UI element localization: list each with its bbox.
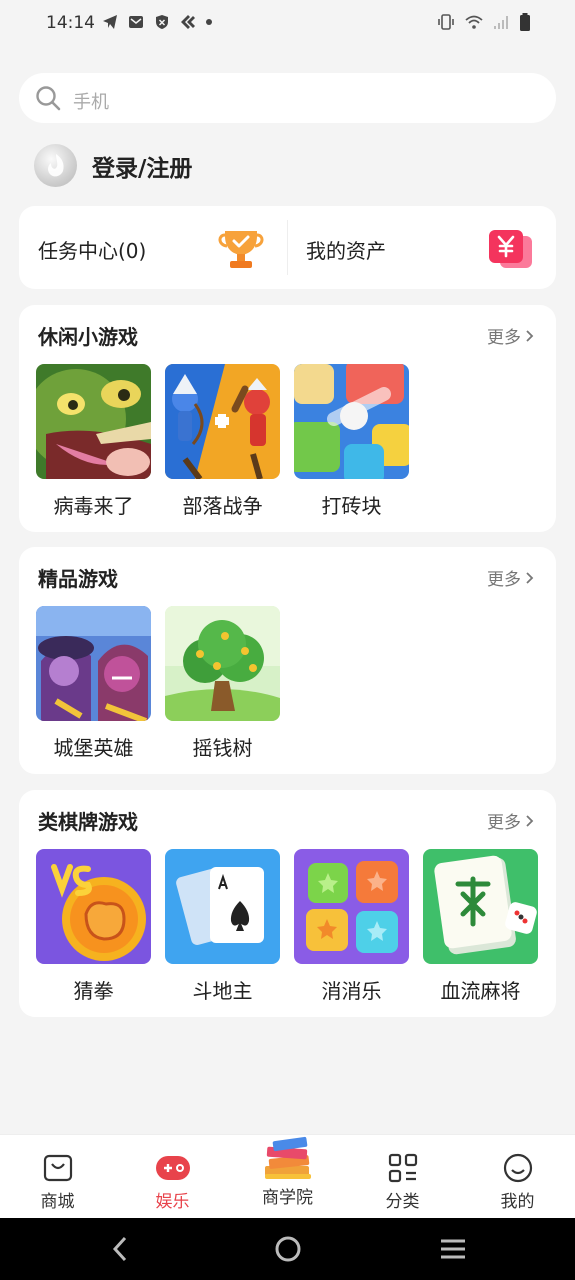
game-item[interactable]: 城堡英雄	[36, 606, 151, 761]
castle-hero-game-icon[interactable]	[36, 606, 151, 721]
match-three-game-icon[interactable]	[294, 849, 409, 964]
avatar[interactable]	[34, 144, 77, 187]
game-name: 部落战争	[182, 494, 263, 518]
tribe-war-game-icon[interactable]	[165, 364, 280, 479]
game-item[interactable]: 血流麻将	[423, 849, 538, 1004]
bottom-tab-bar: 商城 娱乐 商学院 分类 我的	[0, 1134, 575, 1218]
tab-mine[interactable]: 我的	[460, 1135, 575, 1219]
battery-icon	[520, 13, 530, 31]
game-item[interactable]: 部落战争	[165, 364, 280, 519]
my-assets-button[interactable]: 我的资产	[287, 206, 555, 289]
game-item[interactable]: 猜拳	[36, 849, 151, 1004]
search-placeholder: 手机	[73, 92, 109, 113]
game-list: 病毒来了 部落战争 打砖块	[36, 364, 409, 519]
wifi-icon	[465, 15, 483, 29]
tab-label: 商城	[40, 1192, 75, 1212]
game-name: 消消乐	[321, 979, 382, 1003]
recents-icon[interactable]	[439, 1234, 467, 1264]
brick-breaker-game-icon[interactable]	[294, 364, 409, 479]
tab-label: 我的	[500, 1192, 535, 1212]
login-register-link[interactable]: 登录/注册	[92, 149, 192, 183]
more-link[interactable]: 更多	[487, 323, 534, 348]
task-center-button[interactable]: 任务中心(0)	[19, 206, 287, 289]
tab-business-school[interactable]: 商学院	[230, 1135, 345, 1219]
system-navigation-bar	[0, 1218, 575, 1280]
task-center-label: 任务中心(0)	[38, 239, 147, 263]
home-icon[interactable]	[274, 1234, 302, 1264]
game-name: 斗地主	[192, 979, 253, 1003]
trophy-icon	[218, 231, 264, 268]
search-icon	[36, 86, 61, 111]
signal-icon	[494, 16, 508, 29]
assets-card: 任务中心(0) 我的资产	[19, 206, 556, 289]
app-notification-icon	[181, 15, 195, 29]
tab-category[interactable]: 分类	[345, 1135, 460, 1219]
game-item[interactable]: 消消乐	[294, 849, 409, 1004]
card-board-games-section: 类棋牌游戏 更多 猜拳 斗地主 消消乐 血流麻将	[19, 790, 556, 1017]
gamepad-icon	[155, 1156, 190, 1180]
login-register-row[interactable]: 登录/注册	[34, 144, 192, 187]
chevron-right-icon	[526, 571, 534, 584]
money-tree-game-icon[interactable]	[165, 606, 280, 721]
game-name: 打砖块	[321, 494, 382, 518]
game-item[interactable]: 打砖块	[294, 364, 409, 519]
mail-icon	[129, 16, 143, 28]
game-name: 城堡英雄	[53, 736, 134, 760]
premium-games-section: 精品游戏 更多 城堡英雄 摇钱树	[19, 547, 556, 774]
poker-game-icon[interactable]	[165, 849, 280, 964]
tab-label: 商学院	[262, 1188, 313, 1208]
default-avatar-flame-icon	[48, 154, 64, 177]
status-system-icons	[437, 13, 531, 31]
shopping-bag-icon	[43, 1154, 72, 1182]
game-item[interactable]: 斗地主	[165, 849, 280, 1004]
virus-game-icon[interactable]	[36, 364, 151, 479]
casual-games-section: 休闲小游戏 更多 病毒来了 部落战争 打砖块	[19, 305, 556, 532]
section-title: 类棋牌游戏	[38, 810, 138, 834]
chevron-right-icon	[526, 329, 534, 342]
chevron-right-icon	[526, 814, 534, 827]
more-link[interactable]: 更多	[487, 808, 534, 833]
status-time: 14:14	[46, 13, 95, 33]
more-notifications-dot-icon	[206, 19, 212, 25]
tab-label: 娱乐	[155, 1192, 190, 1212]
wallet-yuan-icon	[489, 230, 532, 268]
more-link[interactable]: 更多	[487, 565, 534, 590]
section-title: 休闲小游戏	[38, 325, 138, 349]
vibrate-icon	[438, 14, 454, 30]
back-icon[interactable]	[110, 1234, 130, 1264]
shield-icon	[156, 15, 168, 29]
status-notification-icons	[102, 14, 212, 30]
tab-mall[interactable]: 商城	[0, 1135, 115, 1219]
telegram-icon	[103, 15, 117, 29]
game-name: 猜拳	[73, 979, 114, 1003]
mahjong-game-icon[interactable]	[423, 849, 538, 964]
game-list: 城堡英雄 摇钱树	[36, 606, 280, 761]
more-label: 更多	[487, 570, 521, 590]
game-name: 病毒来了	[53, 494, 134, 518]
books-icon	[264, 1136, 311, 1179]
game-name: 摇钱树	[192, 736, 253, 760]
my-assets-label: 我的资产	[306, 239, 386, 263]
game-name: 血流麻将	[440, 979, 521, 1003]
game-item[interactable]: 病毒来了	[36, 364, 151, 519]
smiley-icon	[503, 1153, 532, 1183]
game-item[interactable]: 摇钱树	[165, 606, 280, 761]
search-bar[interactable]: 手机	[19, 73, 556, 123]
section-title: 精品游戏	[38, 567, 118, 591]
grid-icon	[388, 1153, 417, 1183]
more-label: 更多	[487, 813, 521, 833]
status-bar: 14:14	[0, 0, 575, 48]
game-list: 猜拳 斗地主 消消乐 血流麻将	[36, 849, 538, 1004]
tab-label: 分类	[385, 1192, 420, 1212]
more-label: 更多	[487, 328, 521, 348]
tab-entertainment[interactable]: 娱乐	[115, 1135, 230, 1219]
rock-paper-scissors-game-icon[interactable]	[36, 849, 151, 964]
